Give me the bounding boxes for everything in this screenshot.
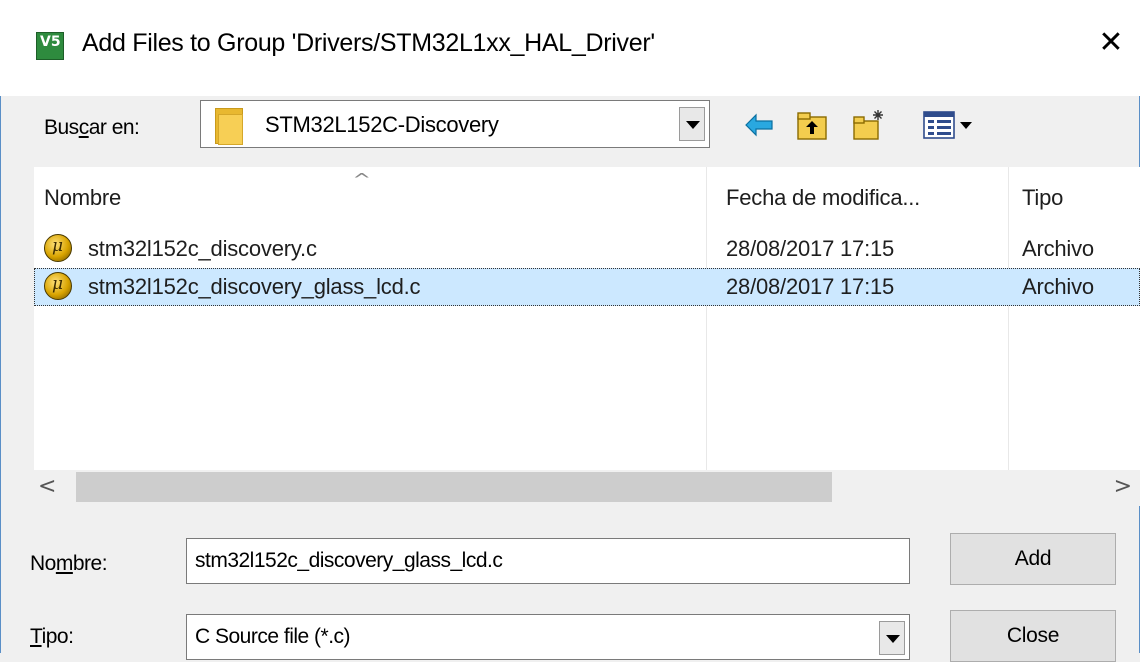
horizontal-scrollbar[interactable]: < >: [34, 470, 1140, 506]
file-name: stm32l152c_discovery.c: [88, 236, 317, 261]
view-menu-icon[interactable]: [922, 108, 982, 142]
window-title: Add Files to Group 'Drivers/STM32L1xx_HA…: [82, 29, 655, 57]
filetype-label: Tipo:: [30, 625, 74, 648]
scroll-left-icon[interactable]: <: [38, 474, 56, 499]
column-header-date[interactable]: Fecha de modifica...: [726, 185, 920, 211]
column-header-name[interactable]: Nombre: [44, 185, 121, 211]
c-file-icon: [44, 272, 72, 300]
chevron-down-icon[interactable]: [879, 621, 905, 655]
keil-app-icon: V5: [36, 32, 64, 60]
sort-ascending-icon: ^: [352, 170, 372, 189]
up-folder-icon[interactable]: [796, 108, 828, 142]
filetype-select[interactable]: C Source file (*.c): [186, 614, 910, 660]
file-date: 28/08/2017 17:15: [726, 236, 895, 261]
column-divider: [1008, 167, 1009, 470]
file-name: stm32l152c_discovery_glass_lcd.c: [88, 274, 421, 299]
close-button[interactable]: Close: [950, 610, 1116, 662]
folder-icon: [215, 108, 243, 145]
look-in-label: Buscar en:: [44, 116, 140, 139]
column-divider: [706, 167, 707, 470]
chevron-down-icon[interactable]: [679, 107, 705, 141]
look-in-combo[interactable]: STM32L152C-Discovery: [200, 100, 710, 148]
back-arrow-icon[interactable]: [744, 108, 774, 142]
file-date: 28/08/2017 17:15: [726, 274, 895, 299]
new-folder-icon[interactable]: [852, 108, 886, 142]
filename-label: Nombre:: [30, 552, 108, 575]
scrollbar-thumb[interactable]: [76, 472, 832, 502]
filetype-value: C Source file (*.c): [195, 625, 351, 648]
close-window-icon[interactable]: ✕: [1094, 26, 1128, 60]
column-header-type[interactable]: Tipo: [1022, 185, 1063, 211]
filename-input[interactable]: [187, 539, 909, 583]
file-type: Archivo: [1022, 236, 1094, 261]
scroll-right-icon[interactable]: >: [1114, 474, 1132, 499]
filename-field[interactable]: [186, 538, 910, 584]
file-type: Archivo: [1022, 274, 1094, 299]
current-folder: STM32L152C-Discovery: [265, 112, 499, 137]
file-row[interactable]: stm32l152c_discovery.c 28/08/2017 17:15 …: [34, 230, 1140, 268]
c-file-icon: [44, 234, 72, 262]
file-list[interactable]: [34, 167, 1140, 470]
file-row-selected[interactable]: stm32l152c_discovery_glass_lcd.c 28/08/2…: [34, 268, 1140, 306]
add-button[interactable]: Add: [950, 533, 1116, 585]
title-bar: V5 Add Files to Group 'Drivers/STM32L1xx…: [0, 0, 1140, 96]
